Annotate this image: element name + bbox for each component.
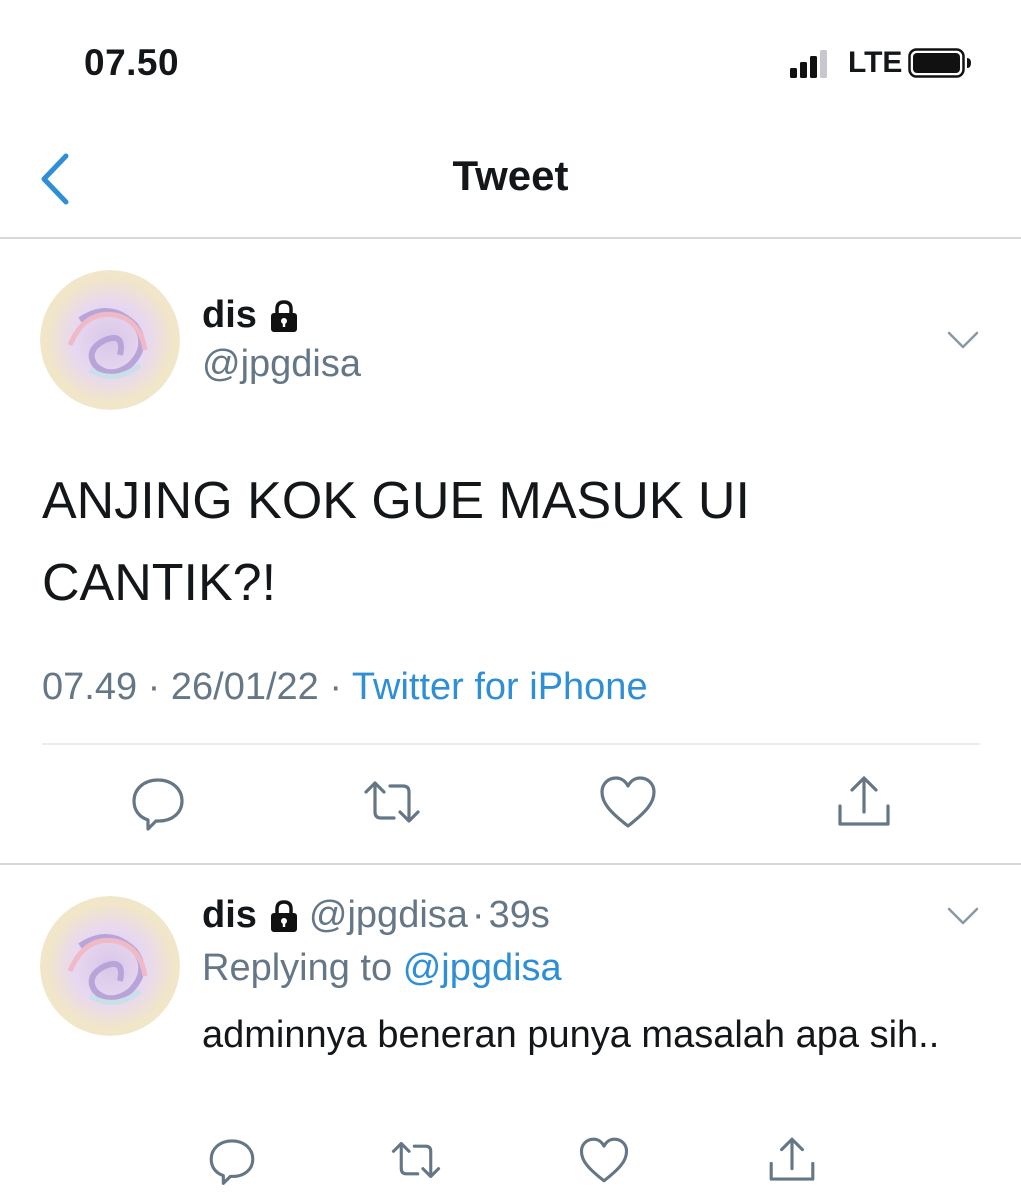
chevron-down-icon[interactable]	[946, 906, 980, 926]
share-icon[interactable]	[766, 1134, 818, 1186]
lock-icon	[270, 299, 297, 332]
retweet-icon[interactable]	[390, 1134, 442, 1186]
author-name: dis	[202, 294, 257, 336]
status-time: 07.50	[84, 42, 180, 83]
network-label: LTE	[848, 46, 903, 79]
tweet-text: ANJING KOK GUE MASUK UI CANTIK?!	[42, 472, 750, 612]
replying-to: Replying to @jpgdisa	[202, 947, 562, 990]
reply-icon[interactable]	[128, 772, 188, 832]
lock-icon	[270, 899, 297, 932]
reply-age: 39s	[488, 894, 550, 936]
tweet-source-link[interactable]: Twitter for iPhone	[352, 666, 648, 708]
replying-prefix: Replying to	[202, 947, 393, 989]
avatar[interactable]	[40, 896, 180, 1036]
meta-separator: ·	[471, 894, 485, 936]
retweet-icon[interactable]	[362, 772, 422, 832]
tweet-time: 07.49	[42, 666, 138, 708]
tweet-meta: 07.49 · 26/01/22 · Twitter for iPhone	[42, 666, 648, 709]
tweet-author[interactable]: dis	[202, 294, 299, 337]
chevron-down-icon[interactable]	[946, 330, 980, 350]
header-divider	[0, 237, 1021, 239]
reply-icon[interactable]	[206, 1134, 258, 1186]
meta-separator: ·	[329, 666, 343, 708]
author-handle[interactable]: @jpgdisa	[202, 343, 361, 386]
reply-author-name[interactable]: dis	[202, 894, 257, 937]
page-title: Tweet	[452, 152, 569, 199]
meta-divider	[42, 743, 980, 745]
share-icon[interactable]	[834, 772, 894, 832]
reply-author-handle[interactable]: @jpgdisa	[309, 894, 468, 937]
like-icon[interactable]	[578, 1134, 630, 1186]
reply-text: adminnya beneran punya masalah apa sih..	[202, 1014, 940, 1056]
avatar[interactable]	[40, 270, 180, 410]
battery-icon	[908, 48, 971, 78]
tweet-date: 26/01/22	[170, 666, 319, 708]
reply-header: dis @jpgdisa · 39s	[202, 894, 550, 937]
replying-handle-link[interactable]: @jpgdisa	[403, 947, 562, 989]
meta-separator: ·	[147, 666, 161, 708]
signal-icon	[790, 50, 827, 78]
like-icon[interactable]	[598, 772, 658, 832]
section-divider	[0, 863, 1021, 865]
